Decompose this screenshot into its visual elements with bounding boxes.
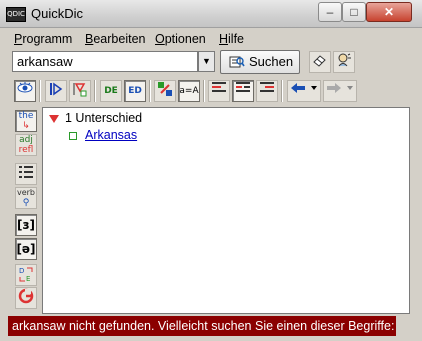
svg-text:D: D xyxy=(19,267,24,275)
layout-right-button[interactable] xyxy=(256,80,278,102)
title-bar[interactable]: QDIC QuickDic – □ ✕ xyxy=(0,0,422,28)
case-label: a=A xyxy=(179,86,199,96)
sidebar-adjective-button[interactable]: adj refl xyxy=(15,134,37,156)
de-en-button[interactable]: DE xyxy=(100,80,122,102)
search-history-dropdown[interactable]: ▼ xyxy=(198,51,215,72)
eraser-icon xyxy=(313,55,326,67)
result-panel[interactable]: 1 Unterschied Arkansas xyxy=(42,107,410,314)
case-sensitive-button[interactable]: a=A xyxy=(178,80,200,102)
search-button-label: Suchen xyxy=(249,54,294,69)
status-text: arkansaw nicht gefunden. Vielleicht such… xyxy=(12,319,395,333)
reset-icon xyxy=(18,288,34,304)
menu-optionen[interactable]: Optionen xyxy=(155,32,206,46)
search-input[interactable]: arkansaw xyxy=(12,51,198,72)
menu-bar: Programm Bearbeiten Optionen Hilfe xyxy=(0,28,422,50)
maximize-button[interactable]: □ xyxy=(342,2,366,22)
verb-label: verb xyxy=(16,188,36,197)
phonetic2-label: [ə] xyxy=(16,242,36,256)
window-title: QuickDic xyxy=(31,6,84,21)
en-de-button[interactable]: ED xyxy=(124,80,146,102)
nav-first-button[interactable] xyxy=(45,80,67,102)
sidebar-articles-button[interactable]: the ↳ xyxy=(15,110,37,132)
swap-language-icon: DE xyxy=(19,267,33,283)
de-en-label: DE xyxy=(104,86,118,96)
phonetic1-label: [з] xyxy=(17,218,35,232)
svg-text:E: E xyxy=(26,275,30,283)
align-right-icon xyxy=(260,82,274,92)
result-header-text: 1 Unterschied xyxy=(65,111,143,125)
menu-bearbeiten[interactable]: Bearbeiten xyxy=(85,32,145,46)
layout-center-button[interactable] xyxy=(232,80,254,102)
search-button[interactable]: Suchen xyxy=(220,50,300,74)
menu-programm[interactable]: Programm xyxy=(14,32,72,46)
app-icon: QDIC xyxy=(6,7,26,22)
bullet-square-icon xyxy=(69,131,77,140)
forward-arrow-icon xyxy=(327,83,353,93)
list-item[interactable]: Arkansas xyxy=(69,128,137,142)
result-header[interactable]: 1 Unterschied xyxy=(49,111,142,125)
collapse-triangle-icon[interactable] xyxy=(49,114,59,123)
sidebar-reset-button[interactable] xyxy=(15,287,37,309)
expand-red-icon xyxy=(73,83,87,97)
search-icon xyxy=(229,56,245,68)
fuzzy-icon xyxy=(158,82,172,96)
sidebar-phonetic2-button[interactable]: [ə] xyxy=(15,238,37,260)
layout-left-button[interactable] xyxy=(208,80,230,102)
align-center-icon xyxy=(236,82,250,92)
eye-icon xyxy=(17,82,33,93)
menu-hilfe[interactable]: Hilfe xyxy=(219,32,244,46)
nav-expand-button[interactable] xyxy=(69,80,91,102)
back-button[interactable] xyxy=(287,80,321,102)
sidebar: the ↳ adj refl verb ⚲ [з] [ə] DE xyxy=(12,107,41,312)
the-label: the xyxy=(18,111,34,121)
sidebar-verb-button[interactable]: verb ⚲ xyxy=(15,187,37,209)
back-arrow-icon xyxy=(291,83,317,93)
forward-button[interactable] xyxy=(323,80,357,102)
clear-button[interactable] xyxy=(309,51,331,73)
sidebar-phonetic1-button[interactable]: [з] xyxy=(15,214,37,236)
en-de-label: ED xyxy=(128,86,142,96)
speaker-head-icon xyxy=(338,53,351,67)
fuzzy-search-button[interactable] xyxy=(154,80,176,102)
list-icon xyxy=(19,166,33,178)
refl-label: refl xyxy=(18,145,34,155)
close-button[interactable]: ✕ xyxy=(366,2,412,22)
minimize-button[interactable]: – xyxy=(318,2,342,22)
speech-button[interactable] xyxy=(333,51,355,73)
view-button[interactable] xyxy=(14,80,36,102)
sidebar-list-button[interactable] xyxy=(15,163,37,185)
result-link[interactable]: Arkansas xyxy=(85,128,137,142)
align-left-icon xyxy=(212,82,226,92)
status-bar: arkansaw nicht gefunden. Vielleicht such… xyxy=(8,316,396,336)
first-arrow-icon xyxy=(50,82,63,96)
adj-label: adj xyxy=(19,135,33,145)
sidebar-swap-button[interactable]: DE xyxy=(15,264,37,286)
